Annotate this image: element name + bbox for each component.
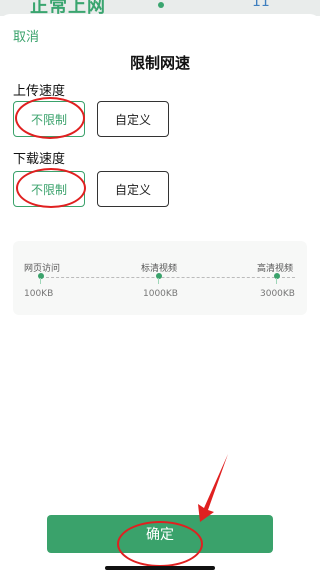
tier-dot-sd-video bbox=[156, 273, 162, 279]
tier-value-web: 100KB bbox=[24, 289, 54, 299]
upload-custom-option[interactable]: 自定义 bbox=[97, 101, 169, 137]
upload-speed-label: 上传速度 bbox=[13, 84, 66, 99]
download-unlimited-option[interactable]: 不限制 bbox=[13, 171, 85, 207]
speed-limit-sheet: 取消 限制网速 上传速度 不限制 自定义 下载速度 不限制 自定义 网页访问 标… bbox=[0, 14, 320, 571]
upload-unlimited-option[interactable]: 不限制 bbox=[13, 101, 85, 137]
tier-value-hd-video: 3000KB bbox=[260, 289, 295, 299]
tier-label-hd-video: 高清视频 bbox=[257, 264, 294, 274]
tier-track bbox=[41, 277, 295, 278]
cancel-button[interactable]: 取消 bbox=[13, 26, 39, 45]
confirm-button[interactable]: 确定 bbox=[47, 515, 273, 553]
tier-dot-hd-video bbox=[274, 273, 280, 279]
background-status-dot bbox=[158, 2, 164, 8]
tier-dot-web bbox=[38, 273, 44, 279]
download-custom-option[interactable]: 自定义 bbox=[97, 171, 169, 207]
download-speed-label: 下载速度 bbox=[13, 152, 66, 167]
tier-label-web: 网页访问 bbox=[24, 264, 61, 274]
tier-stem-hd-video bbox=[276, 278, 277, 284]
background-count: 11 bbox=[252, 0, 270, 10]
home-indicator bbox=[105, 566, 215, 570]
sheet-title: 限制网速 bbox=[129, 54, 190, 72]
tier-value-sd-video: 1000KB bbox=[143, 289, 178, 299]
speed-tier-panel: 网页访问 标清视频 高清视频 100KB 1000KB 3000KB bbox=[13, 241, 307, 315]
tier-stem-sd-video bbox=[158, 278, 159, 284]
tier-stem-web bbox=[40, 278, 41, 284]
